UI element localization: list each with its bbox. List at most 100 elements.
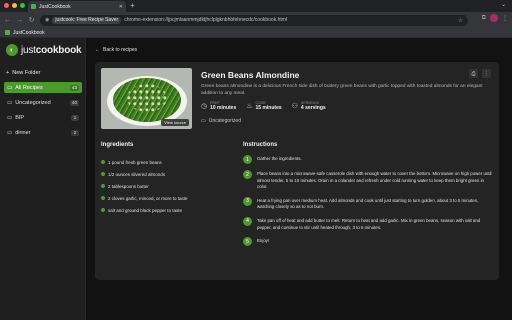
step-number: 5 — [243, 237, 252, 247]
folder-icon: ▭ — [7, 84, 13, 91]
step-number: 1 — [243, 155, 252, 164]
recipe-title: Green Beans Almondine — [201, 70, 300, 80]
back-label: Back to recipes — [103, 47, 138, 53]
tab-title: JustCookbook — [39, 3, 71, 10]
logo-text: justcookbook — [21, 44, 82, 56]
sidebar-item-all-recipes[interactable]: ▭ All Recipes 43 — [4, 82, 82, 93]
logo-icon: ◐ — [6, 44, 18, 56]
bookmarks-bar: JustCookbook — [0, 28, 512, 38]
new-folder-label: New Folder — [12, 70, 41, 76]
print-icon[interactable]: ⎙ — [469, 69, 478, 78]
browser-menu-icon[interactable]: ⋮ — [502, 15, 508, 22]
recipe-stats: ◷ Prep 10 minutes ♨ Cook 15 minutes ⚇ Se… — [201, 101, 326, 111]
folder-count-badge: 40 — [69, 99, 79, 106]
sidebar-item-dinner[interactable]: ▭ dinner 2 — [4, 127, 82, 138]
ingredients-heading: Ingredients — [101, 142, 134, 148]
bookmark-justcookbook[interactable]: JustCookbook — [13, 30, 45, 36]
extension-icon: ◉ — [45, 17, 50, 23]
close-window-button[interactable] — [4, 3, 9, 8]
step-number: 2 — [243, 170, 252, 179]
folder-label: All Recipes — [15, 84, 43, 91]
flame-icon: ♨ — [246, 103, 253, 110]
ingredients-list: 1 pound fresh green beans 1/2 ounces sli… — [101, 157, 231, 217]
arrow-left-icon: ← — [95, 47, 100, 53]
stat-servings: ⚇ Servings 4 servings — [292, 101, 326, 111]
stat-value: 10 minutes — [210, 105, 237, 111]
profile-avatar[interactable] — [490, 14, 498, 22]
back-arrow-icon[interactable]: ← — [4, 17, 11, 24]
url-text[interactable]: chrome-extension://jpcjmlaanmmjdldjhclpl… — [124, 17, 454, 23]
more-options-icon[interactable]: ⋮ — [482, 69, 491, 78]
folder-count-badge: 1 — [71, 114, 79, 121]
instructions-heading: Instructions — [243, 142, 278, 148]
ingredient-item: salt and ground black pepper to taste — [101, 205, 231, 216]
browser-toolbar: ← → ↻ ◉ justcook: Free Recipe Saver chro… — [0, 12, 512, 28]
folder-label: BIP — [15, 114, 25, 121]
new-tab-button[interactable]: + — [130, 1, 135, 11]
bookmark-star-icon[interactable]: ☆ — [458, 17, 463, 24]
plus-icon: + — [6, 70, 10, 76]
address-bar[interactable]: ◉ justcook: Free Recipe Saver chrome-ext… — [40, 14, 468, 26]
tab-search-icon[interactable]: ⌄ — [501, 1, 506, 8]
recipe-description: Green beans almondine is a delicious Fre… — [201, 84, 483, 97]
instruction-step: 3 Heat a frying pan over medium heat. Add… — [243, 196, 493, 211]
recipe-image: View source — [101, 68, 192, 129]
instruction-step: 2 Place beans into a microwave-safe casse… — [243, 170, 493, 191]
bullet-icon — [101, 160, 105, 165]
stat-prep: ◷ Prep 10 minutes — [201, 101, 236, 111]
bullet-icon — [101, 208, 105, 213]
back-to-recipes-link[interactable]: ← Back to recipes — [95, 47, 137, 53]
folder-icon: ▭ — [7, 114, 13, 121]
ingredient-item: 2 tablespoons butter — [101, 181, 231, 192]
origin-chip: justcook: Free Recipe Saver — [52, 16, 122, 24]
app-logo[interactable]: ◐ justcookbook — [6, 44, 82, 56]
recipe-folder-label: Uncategorized — [208, 118, 241, 124]
forward-arrow-icon[interactable]: → — [16, 17, 23, 24]
window-controls — [4, 3, 25, 8]
sidebar-item-bip[interactable]: ▭ BIP 1 — [4, 112, 82, 123]
reload-icon[interactable]: ↻ — [28, 16, 35, 24]
instruction-step: 4 Take pan off of heat and add butter to … — [243, 216, 493, 231]
ingredient-item: 1 pound fresh green beans — [101, 157, 231, 168]
minimize-window-button[interactable] — [12, 3, 17, 8]
instruction-step: 1 Gather the ingredients. — [243, 155, 493, 164]
folder-label: dinner — [15, 129, 31, 136]
folder-icon: ▭ — [201, 118, 206, 124]
recipe-actions: ⎙ ⋮ — [469, 69, 491, 78]
stat-value: 4 servings — [300, 105, 326, 111]
step-text: Take pan off of heat and add butter to m… — [257, 217, 481, 230]
instruction-step: 5 Enjoy! — [243, 237, 493, 247]
bullet-icon — [101, 184, 105, 189]
sidebar: ◐ justcookbook + New Folder ▭ All Recipe… — [0, 38, 86, 320]
step-number: 3 — [243, 196, 252, 206]
recipe-folder-selector[interactable]: ▭ Uncategorized — [201, 118, 241, 124]
people-icon: ⚇ — [291, 103, 298, 110]
ingredient-item: 2 cloves garlic, minced, or more to tast… — [101, 193, 231, 204]
almonds-graphic — [127, 84, 167, 112]
instructions-list: 1 Gather the ingredients. 2 Place beans in… — [243, 155, 493, 252]
tab-close-icon[interactable]: ✕ — [119, 4, 123, 10]
clock-icon: ◷ — [201, 103, 208, 110]
folder-icon: ▭ — [7, 129, 13, 136]
view-source-button[interactable]: View source — [161, 119, 189, 126]
stat-cook: ♨ Cook 15 minutes — [246, 101, 281, 111]
stat-value: 15 minutes — [255, 105, 282, 111]
extensions-icon[interactable]: ⧉ — [482, 15, 486, 22]
folder-list: ▭ All Recipes 43 ▭ Uncategorized 40 ▭ BI… — [4, 82, 82, 142]
recipe-card: View source Green Beans Almondine ⎙ ⋮ Gr… — [95, 62, 499, 280]
step-text: Enjoy! — [257, 238, 270, 244]
toolbar-actions: ⧉ ⋮ — [482, 14, 508, 22]
sidebar-item-uncategorized[interactable]: ▭ Uncategorized 40 — [4, 97, 82, 108]
maximize-window-button[interactable] — [20, 3, 25, 8]
browser-tab[interactable]: JustCookbook ✕ — [28, 1, 126, 12]
step-text: Heat a frying pan over medium heat. Add … — [257, 197, 479, 210]
browser-tabstrip: JustCookbook ✕ + ⌄ — [0, 0, 512, 12]
tab-favicon — [31, 4, 36, 9]
new-folder-button[interactable]: + New Folder — [6, 70, 40, 76]
step-text: Gather the ingredients. — [257, 156, 302, 161]
step-text: Place beans into a microwave-safe casser… — [257, 171, 492, 190]
folder-count-badge: 43 — [69, 84, 79, 91]
bookmark-favicon — [5, 30, 10, 35]
bullet-icon — [101, 172, 105, 177]
step-number: 4 — [243, 216, 252, 226]
